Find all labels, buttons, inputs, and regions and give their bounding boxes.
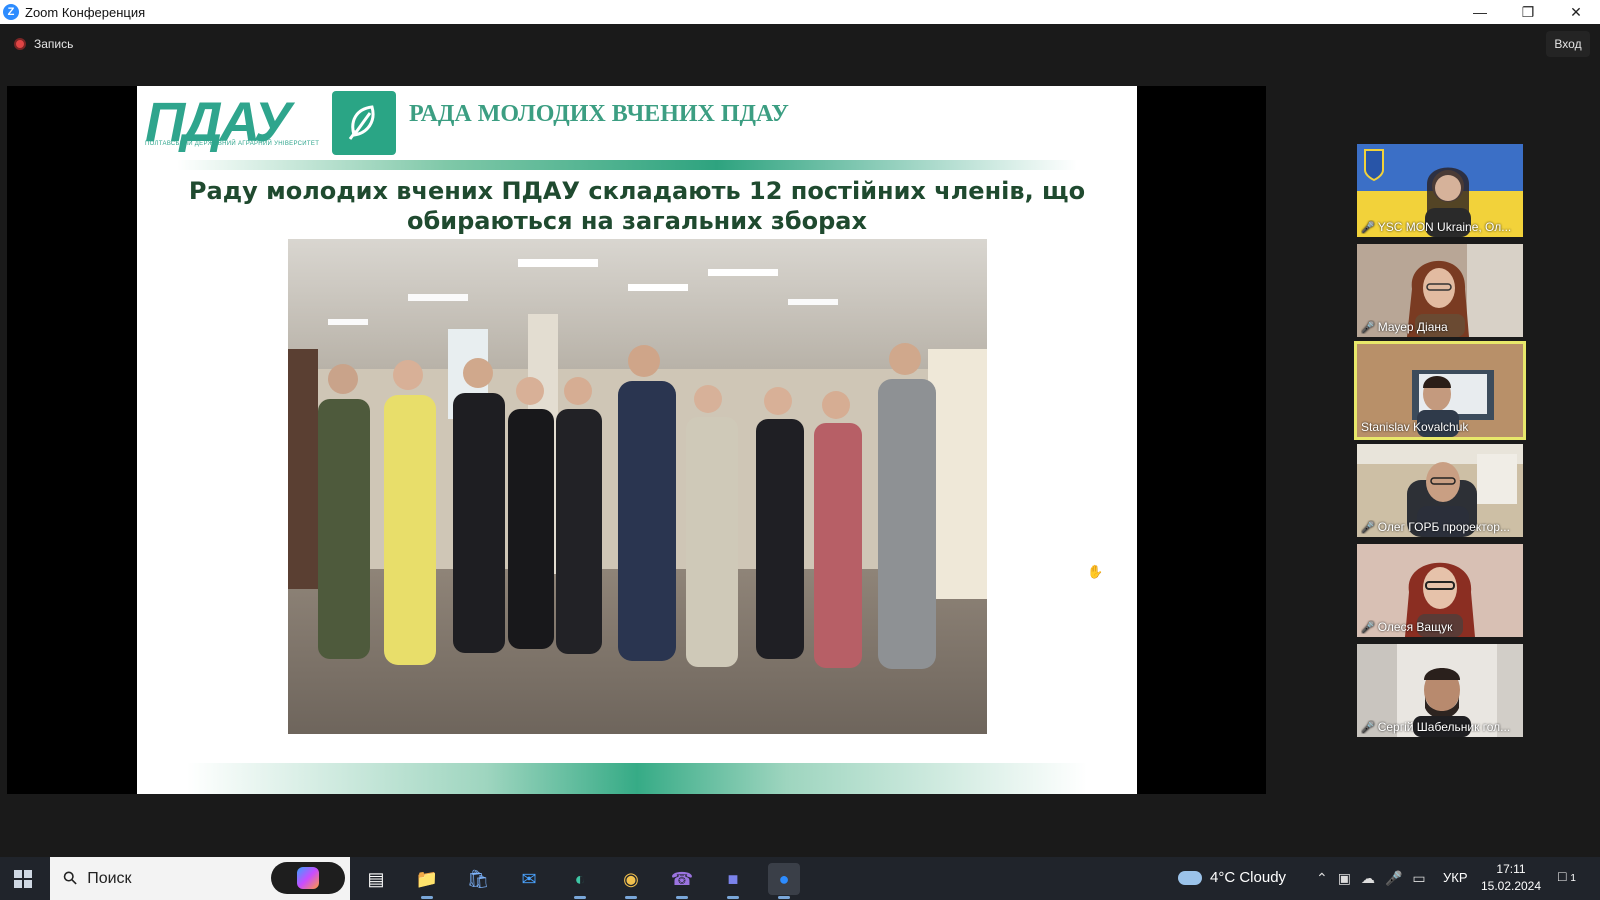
signin-button[interactable]: Вход	[1546, 31, 1590, 57]
participant-name: Мауер Діана	[1377, 320, 1448, 334]
viber-icon[interactable]: ☎	[666, 863, 698, 899]
presentation-slide: ПДАУ ПОЛТАВСЬКИЙ ДЕРЖАВНИЙ АГРАРНИЙ УНІВ…	[137, 86, 1137, 794]
mic-muted-icon: 🎤	[1361, 221, 1375, 234]
participant-tile[interactable]: 🎤 Сергій Шабельник гол...	[1357, 644, 1523, 737]
chevron-up-icon[interactable]: ⌃	[1316, 870, 1328, 887]
microphone-icon[interactable]: 🎤	[1385, 870, 1402, 887]
mic-muted-icon: 🎤	[1361, 521, 1375, 534]
mail-icon[interactable]: ✉	[513, 863, 545, 895]
pointer-cursor-icon: ✋	[1087, 564, 1104, 579]
divider	[177, 160, 1077, 170]
notification-icon: □	[1558, 868, 1567, 884]
search-icon: ⚲	[58, 866, 82, 890]
participant-tile[interactable]: 🎤 YSC MON Ukraine, Ол...	[1357, 144, 1523, 237]
meeting-top-bar: Запись Вход	[0, 24, 1600, 64]
language-indicator[interactable]: УКР	[1443, 870, 1468, 885]
minimize-button[interactable]: —	[1456, 0, 1504, 24]
taskbar-search[interactable]: ⚲ Поиск	[50, 857, 350, 900]
windows-start-icon[interactable]	[14, 870, 32, 888]
participant-name: Stanislav Kovalchuk	[1361, 420, 1469, 434]
cloud-icon	[1178, 870, 1202, 885]
slide-heading: РАДА МОЛОДИХ ВЧЕНИХ ПДАУ	[409, 101, 789, 127]
search-placeholder: Поиск	[87, 869, 132, 887]
zoom-taskbar-icon[interactable]: ●	[768, 863, 800, 899]
participant-name: Олеся Ващук	[1377, 620, 1453, 634]
participant-tile-active-speaker[interactable]: Stanislav Kovalchuk	[1354, 341, 1526, 440]
weather-widget[interactable]: 4°C Cloudy	[1178, 869, 1286, 886]
onedrive-icon[interactable]: ☁	[1361, 870, 1375, 887]
clock-time: 17:11	[1496, 862, 1526, 876]
slide-footer-band	[137, 763, 1137, 794]
edge-browser-icon[interactable]: ◐	[564, 863, 596, 899]
shared-screen: ПДАУ ПОЛТАВСЬКИЙ ДЕРЖАВНИЙ АГРАРНИЙ УНІВ…	[7, 86, 1266, 794]
task-view-icon[interactable]: ▤	[360, 863, 392, 895]
clock[interactable]: 17:11 15.02.2024	[1478, 861, 1544, 895]
window-titlebar: Z Zoom Конференция — ❐ ✕	[0, 0, 1600, 24]
close-button[interactable]: ✕	[1552, 0, 1600, 24]
participant-name: Олег ГОРБ проректор...	[1377, 520, 1510, 534]
participant-tile[interactable]: 🎤 Олег ГОРБ проректор...	[1357, 444, 1523, 537]
window-controls: — ❐ ✕	[1456, 0, 1600, 24]
recording-indicator[interactable]: Запись	[14, 37, 73, 51]
file-explorer-icon[interactable]: 📁	[411, 863, 443, 899]
chrome-icon[interactable]: ◉	[615, 863, 647, 899]
restore-button[interactable]: ❐	[1504, 0, 1552, 24]
leaf-logo-icon	[332, 91, 396, 155]
participant-tile[interactable]: 🎤 Мауер Діана	[1357, 244, 1523, 337]
recording-label: Запись	[34, 37, 74, 51]
weather-text: 4°C Cloudy	[1210, 869, 1287, 886]
participant-name: Сергій Шабельник гол...	[1377, 720, 1511, 734]
notification-center[interactable]: □ 1	[1558, 868, 1576, 884]
university-logo-subtitle: ПОЛТАВСЬКИЙ ДЕРЖАВНИЙ АГРАРНИЙ УНІВЕРСИТ…	[145, 141, 320, 147]
participant-name: YSC MON Ukraine, Ол...	[1377, 220, 1512, 234]
mic-muted-icon: 🎤	[1361, 321, 1375, 334]
group-photo	[288, 239, 987, 734]
display-icon[interactable]: ▣	[1338, 870, 1351, 887]
clock-date: 15.02.2024	[1480, 879, 1542, 893]
store-icon[interactable]: 🛍	[462, 863, 494, 895]
zoom-app-icon: Z	[3, 4, 19, 20]
record-icon	[14, 38, 26, 50]
participant-tile[interactable]: 🎤 Олеся Ващук	[1357, 544, 1523, 637]
teams-icon[interactable]: ■	[717, 863, 749, 899]
mic-muted-icon: 🎤	[1361, 621, 1375, 634]
slide-title: Раду молодих вчених ПДАУ складають 12 по…	[188, 177, 1086, 235]
windows-taskbar: ⚲ Поиск ▤ 📁 🛍 ✉ ◐ ◉ ☎ ■ ● 4°C Cloudy ⌃ ▣…	[0, 857, 1600, 900]
notification-count: 1	[1570, 873, 1576, 884]
battery-icon[interactable]: ▭	[1412, 870, 1425, 887]
copilot-icon[interactable]	[271, 862, 345, 894]
system-tray: ⌃ ▣ ☁ 🎤 ▭	[1316, 870, 1426, 887]
mic-muted-icon: 🎤	[1361, 721, 1375, 734]
window-title: Zoom Конференция	[25, 4, 146, 20]
